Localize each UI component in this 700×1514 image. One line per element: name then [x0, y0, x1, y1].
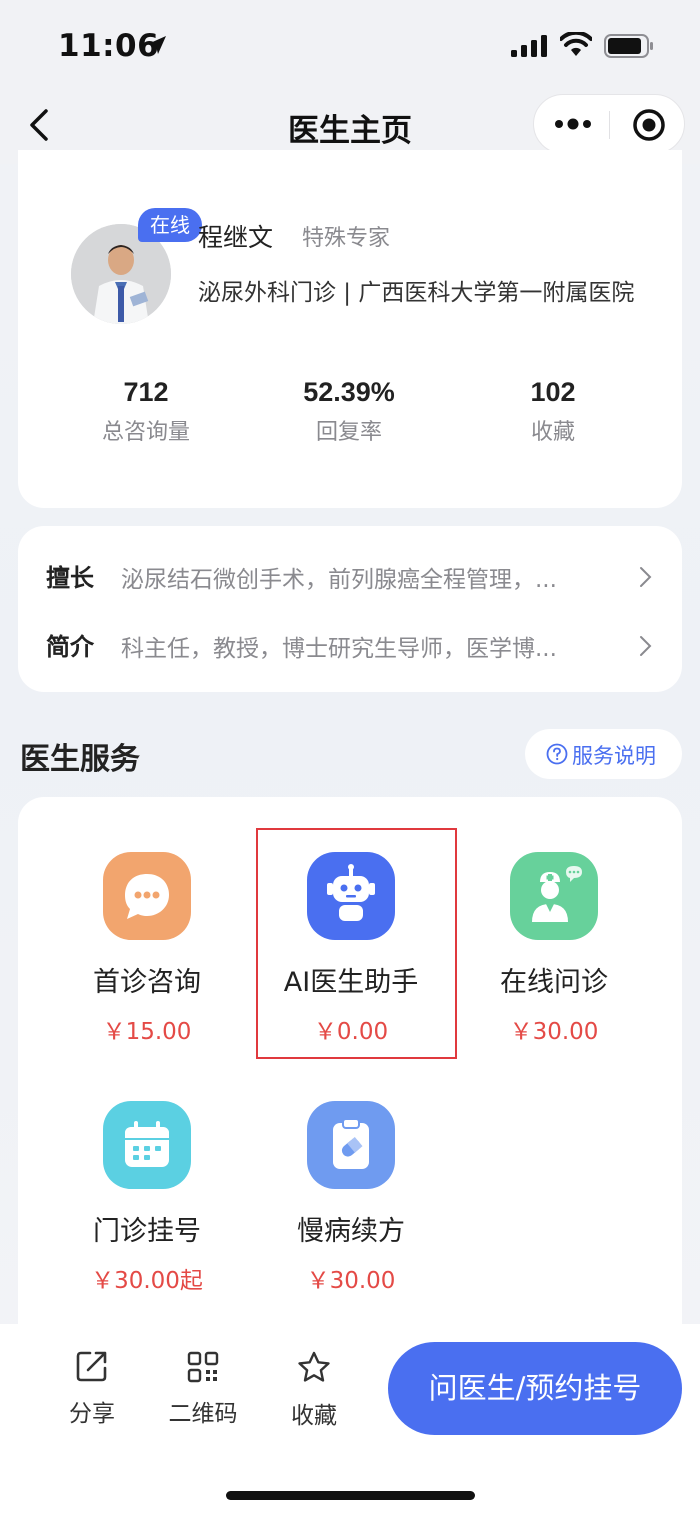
- service-outpatient-registration[interactable]: 门诊挂号 ￥30.00起: [46, 1077, 248, 1294]
- calendar-icon: [103, 1101, 191, 1189]
- question-circle-icon: [546, 743, 568, 765]
- services-section-title: 医生服务: [20, 742, 140, 777]
- stat-value: 52.39%: [303, 377, 395, 407]
- chevron-right-icon: [640, 636, 652, 656]
- home-indicator: [226, 1491, 475, 1500]
- star-icon: [298, 1351, 330, 1382]
- share-icon: [76, 1351, 107, 1382]
- service-label: 首诊咨询: [93, 967, 201, 998]
- nurse-icon: [510, 852, 598, 940]
- more-dots-icon[interactable]: [554, 114, 592, 134]
- doctor-profile-card: [18, 150, 682, 508]
- doctor-title: 特殊专家: [302, 226, 391, 251]
- stat-reply-rate: 52.39% 回复率: [249, 377, 449, 446]
- stat-label: 收藏: [530, 420, 575, 445]
- service-label: 门诊挂号: [93, 1216, 201, 1247]
- qrcode-label: 二维码: [168, 1401, 238, 1427]
- wifi-icon: [560, 32, 592, 56]
- stat-value: 712: [123, 377, 169, 407]
- stat-value: 102: [530, 377, 576, 407]
- service-description-label: 服务说明: [572, 744, 656, 768]
- favorite-button[interactable]: 收藏: [269, 1350, 359, 1430]
- qrcode-icon: [187, 1351, 219, 1383]
- favorite-label: 收藏: [291, 1403, 337, 1429]
- ask-doctor-button[interactable]: 问医生/预约挂号: [388, 1342, 682, 1435]
- service-first-consultation[interactable]: 首诊咨询 ￥15.00: [46, 828, 248, 1045]
- service-price: ￥30.00: [306, 1268, 396, 1294]
- specialty-value: 泌尿结石微创手术，前列腺癌全程管理，...: [121, 567, 557, 593]
- share-label: 分享: [69, 1401, 115, 1427]
- service-label: 在线问诊: [500, 967, 608, 998]
- doctor-name: 程继文: [198, 223, 274, 252]
- chat-bubble-icon: [103, 852, 191, 940]
- service-description-button[interactable]: 服务说明: [525, 729, 682, 779]
- specialty-key: 擅长: [46, 564, 94, 592]
- intro-value: 科主任，教授，博士研究生导师，医学博...: [121, 636, 557, 662]
- service-price: ￥30.00: [509, 1019, 599, 1045]
- selection-highlight-box: [256, 828, 457, 1059]
- chevron-right-icon: [640, 567, 652, 587]
- share-button[interactable]: 分享: [47, 1348, 137, 1428]
- intro-key: 简介: [46, 633, 94, 661]
- qrcode-button[interactable]: 二维码: [158, 1350, 248, 1428]
- cellular-signal-icon: [511, 35, 547, 57]
- stat-label: 总咨询量: [101, 420, 190, 445]
- service-online-consultation[interactable]: 在线问诊 ￥30.00: [453, 828, 655, 1045]
- stat-total-consultations: 712 总咨询量: [46, 377, 246, 446]
- online-status-badge: 在线: [138, 208, 202, 242]
- service-chronic-prescription[interactable]: 慢病续方 ￥30.00: [250, 1077, 452, 1294]
- location-arrow-icon: [148, 36, 166, 54]
- intro-row[interactable]: 简介 科主任，教授，博士研究生导师，医学博...: [46, 627, 654, 667]
- status-time: 11:06: [58, 28, 160, 64]
- service-price: ￥30.00起: [91, 1268, 203, 1294]
- doctor-info-card: [18, 526, 682, 692]
- service-label: 慢病续方: [297, 1216, 405, 1247]
- stat-favorites: 102 收藏: [453, 377, 653, 446]
- stat-label: 回复率: [315, 420, 382, 445]
- battery-icon: [604, 34, 653, 58]
- prescription-icon: [307, 1101, 395, 1189]
- doctor-department: 泌尿外科门诊 | 广西医科大学第一附属医院: [198, 280, 635, 306]
- specialty-row[interactable]: 擅长 泌尿结石微创手术，前列腺癌全程管理，...: [46, 558, 654, 598]
- service-price: ￥15.00: [102, 1019, 192, 1045]
- close-miniapp-icon[interactable]: [632, 108, 666, 142]
